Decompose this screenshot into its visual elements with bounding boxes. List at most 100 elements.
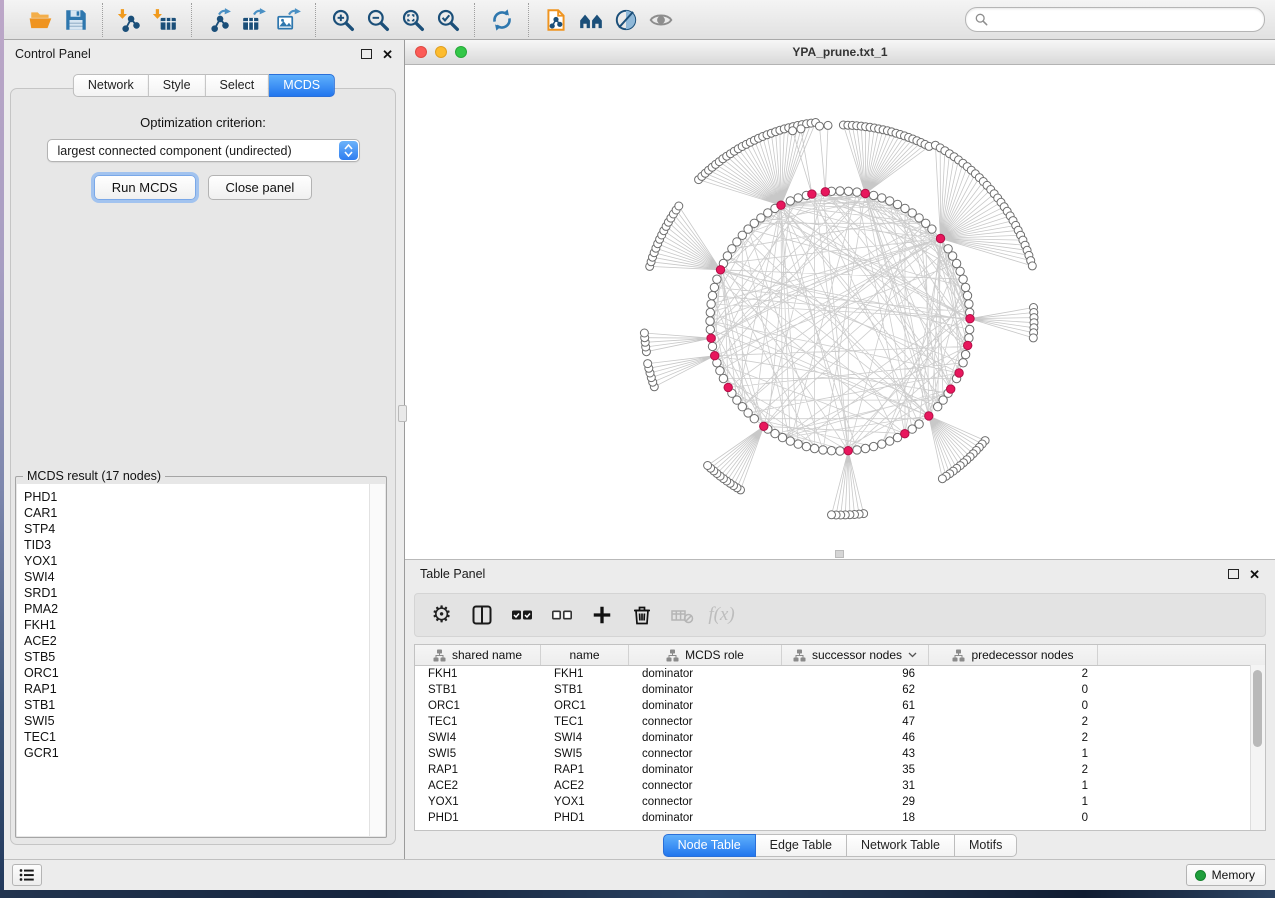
mcds-result-item[interactable]: TEC1 (24, 729, 385, 745)
tab-network-table[interactable]: Network Table (847, 834, 955, 857)
table-scrollbar[interactable] (1250, 665, 1265, 830)
close-panel-icon[interactable]: ✕ (382, 48, 393, 61)
mcds-result-item[interactable]: FKH1 (24, 617, 385, 633)
function-builder-disabled-button: f(x) (708, 602, 735, 629)
tab-motifs[interactable]: Motifs (955, 834, 1017, 857)
float-panel-icon[interactable] (361, 49, 372, 59)
optimization-criterion-dropdown[interactable]: largest connected component (undirected) (47, 139, 360, 162)
optimization-criterion-label: Optimization criterion: (11, 115, 395, 130)
table-row[interactable]: ACE2ACE2connector311 (415, 778, 1265, 794)
binoculars-button[interactable] (573, 4, 608, 36)
column-header-shared-name[interactable]: shared name (415, 645, 541, 665)
table-body: FKH1FKH1dominator962STB1STB1dominator620… (415, 666, 1265, 826)
mcds-result-list: PHD1CAR1STP4TID3YOX1SWI4SRD1PMA2FKH1ACE2… (17, 484, 385, 836)
canvas-scrollbar-thumb[interactable] (835, 550, 844, 558)
zoom-fit-button[interactable] (395, 4, 430, 36)
add-column-button[interactable] (588, 602, 615, 629)
save-button[interactable] (58, 4, 93, 36)
network-canvas[interactable] (405, 65, 1275, 559)
mcds-result-item[interactable]: PHD1 (24, 489, 385, 505)
zoom-out-button[interactable] (360, 4, 395, 36)
tab-network[interactable]: Network (73, 74, 149, 97)
column-header-mcds-role[interactable]: MCDS role (629, 645, 782, 665)
mcds-result-item[interactable]: SRD1 (24, 585, 385, 601)
cell-mcds-role: connector (629, 716, 782, 728)
open-file-button[interactable] (23, 4, 58, 36)
task-history-button[interactable] (12, 864, 42, 886)
table-row[interactable]: FKH1FKH1dominator962 (415, 666, 1265, 682)
mcds-result-item[interactable]: STP4 (24, 521, 385, 537)
mcds-result-item[interactable]: ACE2 (24, 633, 385, 649)
cell-predecessor-nodes: 1 (929, 748, 1098, 760)
tab-select[interactable]: Select (206, 74, 270, 97)
mcds-result-item[interactable]: GCR1 (24, 745, 385, 761)
network-document-button[interactable] (538, 4, 573, 36)
export-image-button[interactable] (271, 4, 306, 36)
mcds-result-item[interactable]: YOX1 (24, 553, 385, 569)
control-panel: Control Panel ✕ NetworkStyleSelectMCDS O… (4, 40, 405, 860)
cell-shared-name: SWI5 (415, 748, 541, 760)
zoom-in-button[interactable] (325, 4, 360, 36)
desktop-wallpaper-bottom (0, 890, 1275, 898)
mcds-result-item[interactable]: TID3 (24, 537, 385, 553)
cell-predecessor-nodes: 0 (929, 700, 1098, 712)
run-mcds-button[interactable]: Run MCDS (94, 175, 196, 200)
tab-style[interactable]: Style (149, 74, 206, 97)
mcds-result-item[interactable]: STB5 (24, 649, 385, 665)
hierarchy-icon (666, 649, 679, 662)
mcds-result-item[interactable]: RAP1 (24, 681, 385, 697)
import-network-button[interactable] (112, 4, 147, 36)
export-table-icon (241, 7, 267, 33)
column-header-name[interactable]: name (541, 645, 629, 665)
toolbar-group (474, 3, 528, 37)
close-panel-button[interactable]: Close panel (208, 175, 313, 200)
column-header-successor-nodes[interactable]: successor nodes (782, 645, 929, 665)
mcds-result-item[interactable]: SWI5 (24, 713, 385, 729)
mcds-result-item[interactable]: ORC1 (24, 665, 385, 681)
cell-mcds-role: connector (629, 780, 782, 792)
hide-details-button[interactable] (608, 4, 643, 36)
table-row[interactable]: SWI5SWI5connector431 (415, 746, 1265, 762)
table-row[interactable]: PHD1PHD1dominator180 (415, 810, 1265, 826)
import-table-button[interactable] (147, 4, 182, 36)
refresh-button[interactable] (484, 4, 519, 36)
mcds-list-scrollbar[interactable] (369, 484, 385, 836)
window-zoom-icon[interactable] (455, 46, 467, 58)
settings-gear-button[interactable]: ⚙ (428, 602, 455, 629)
table-scrollbar-thumb[interactable] (1253, 670, 1262, 747)
tab-edge-table[interactable]: Edge Table (756, 834, 847, 857)
float-table-panel-icon[interactable] (1228, 569, 1239, 579)
split-columns-button[interactable] (468, 602, 495, 629)
hierarchy-icon (793, 649, 806, 662)
tab-node-table[interactable]: Node Table (663, 834, 756, 857)
tab-mcds[interactable]: MCDS (269, 74, 335, 97)
table-row[interactable]: TEC1TEC1connector472 (415, 714, 1265, 730)
export-table-button[interactable] (236, 4, 271, 36)
mcds-result-item[interactable]: SWI4 (24, 569, 385, 585)
mcds-result-item[interactable]: PMA2 (24, 601, 385, 617)
column-header-predecessor-nodes[interactable]: predecessor nodes (929, 645, 1098, 665)
deselect-all-button[interactable] (548, 602, 575, 629)
table-row[interactable]: YOX1YOX1connector291 (415, 794, 1265, 810)
memory-button[interactable]: Memory (1186, 864, 1266, 886)
mcds-result-item[interactable]: STB1 (24, 697, 385, 713)
table-row[interactable]: SWI4SWI4dominator462 (415, 730, 1265, 746)
zoom-selected-button[interactable] (430, 4, 465, 36)
export-network-button[interactable] (201, 4, 236, 36)
cell-mcds-role: connector (629, 748, 782, 760)
eye-button[interactable] (643, 4, 678, 36)
cell-shared-name: YOX1 (415, 796, 541, 808)
table-row[interactable]: STB1STB1dominator620 (415, 682, 1265, 698)
panel-splitter-handle[interactable] (398, 405, 407, 422)
window-minimize-icon[interactable] (435, 46, 447, 58)
close-table-panel-icon[interactable]: ✕ (1249, 568, 1260, 581)
select-all-button[interactable] (508, 602, 535, 629)
search-box[interactable] (965, 7, 1265, 32)
delete-column-button[interactable] (628, 602, 655, 629)
cell-mcds-role: dominator (629, 732, 782, 744)
table-row[interactable]: RAP1RAP1dominator352 (415, 762, 1265, 778)
window-close-icon[interactable] (415, 46, 427, 58)
search-input[interactable] (994, 12, 1255, 28)
table-row[interactable]: ORC1ORC1dominator610 (415, 698, 1265, 714)
mcds-result-item[interactable]: CAR1 (24, 505, 385, 521)
